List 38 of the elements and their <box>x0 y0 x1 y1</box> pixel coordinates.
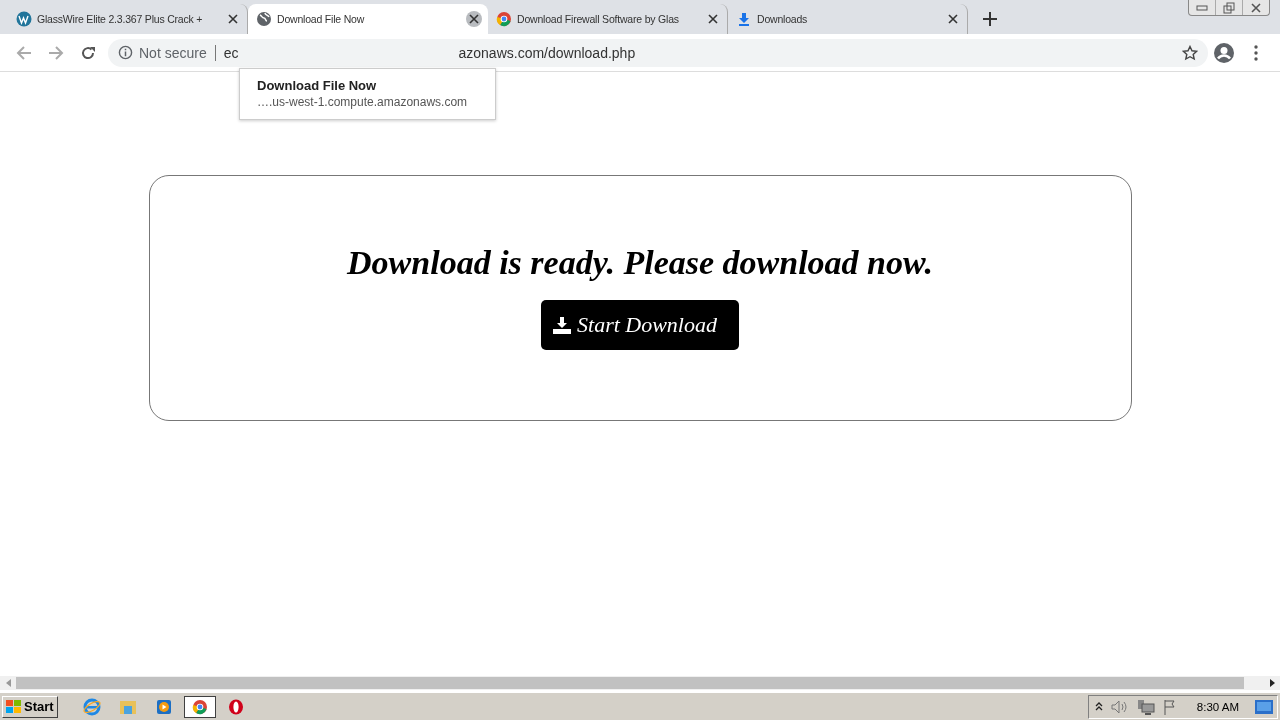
taskbar-app-button[interactable] <box>183 695 216 718</box>
url-text: azonaws.com/download.php <box>458 44 636 61</box>
info-icon <box>118 45 133 60</box>
chrome-icon <box>496 11 512 27</box>
network-icon[interactable] <box>1136 698 1155 715</box>
url-text: ec <box>223 44 239 61</box>
security-label: Not secure <box>139 44 207 61</box>
chevron-up-icon[interactable] <box>1094 701 1103 712</box>
clock: 8:30 AM <box>1196 700 1239 713</box>
browser-tab[interactable]: Download File Now <box>248 4 488 34</box>
address-field[interactable]: Not secure ec azonaws.com/download.php <box>108 38 1208 67</box>
scroll-right-icon[interactable] <box>1269 679 1275 687</box>
wordpress-icon <box>16 11 32 27</box>
star-icon[interactable] <box>1182 44 1198 61</box>
start-download-button[interactable]: Start Download <box>541 300 739 350</box>
globe-icon <box>256 11 272 27</box>
speaker-icon[interactable] <box>1110 699 1129 714</box>
browser-tab[interactable]: Download Firewall Software by Glas <box>488 4 728 34</box>
download-icon <box>553 316 571 334</box>
browser-tab[interactable]: GlassWire Elite 2.3.367 Plus Crack + <box>8 4 248 34</box>
browser-tab[interactable]: Downloads <box>728 4 968 34</box>
show-desktop-icon[interactable] <box>1255 699 1273 714</box>
tab-title: Download File Now <box>277 13 366 25</box>
page-heading: Download is ready. Please download now. <box>347 244 933 282</box>
tooltip-title: Download File Now <box>257 78 378 93</box>
chrome-icon <box>191 698 208 715</box>
download-icon <box>736 11 752 27</box>
opera-icon <box>227 698 244 715</box>
tab-title: GlassWire Elite 2.3.367 Plus Crack + <box>37 13 204 25</box>
windows-logo-icon <box>6 699 22 714</box>
play-icon <box>155 698 172 715</box>
folder-icon <box>118 698 137 715</box>
start-button[interactable]: Start <box>2 695 58 718</box>
tooltip-host: ….us-west-1.compute.amazonaws.com <box>257 95 469 109</box>
close-icon[interactable] <box>466 11 482 27</box>
tab-title: Download Firewall Software by Glas <box>517 13 680 25</box>
tab-title: Downloads <box>757 13 809 25</box>
browser-e-icon <box>82 697 101 716</box>
